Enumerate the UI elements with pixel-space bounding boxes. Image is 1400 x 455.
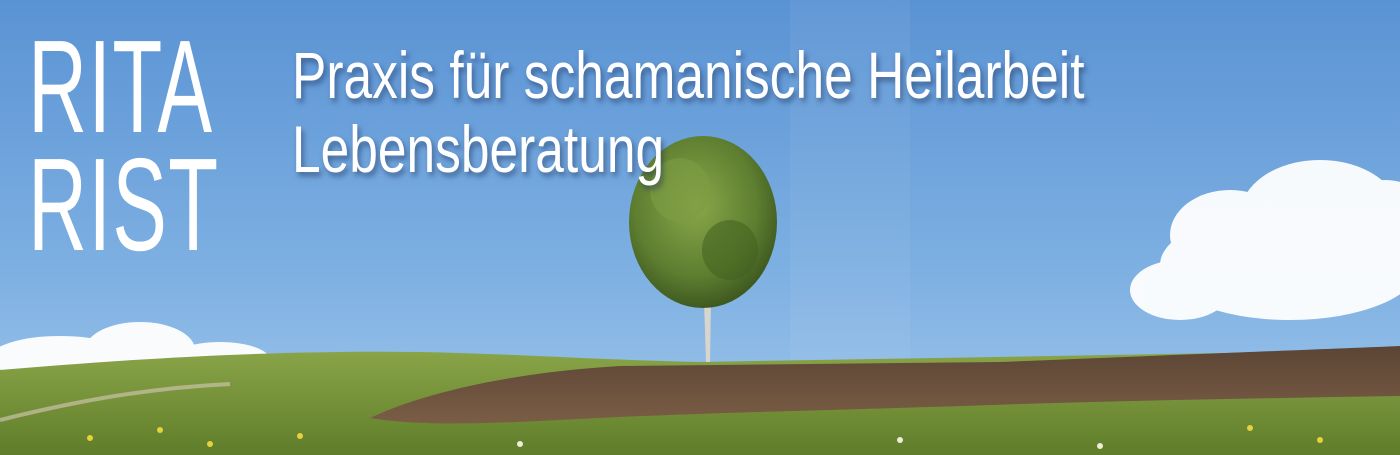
tagline-practice: Praxis für schamanische Heilarbeit bbox=[292, 38, 1085, 112]
brand-last-name: RIST bbox=[28, 131, 220, 278]
brand-name: RITA RIST bbox=[28, 13, 220, 278]
tagline-counseling: Lebensberatung bbox=[292, 112, 665, 186]
tagline: Praxis für schamanische Heilarbeit Leben… bbox=[292, 38, 1085, 186]
brand-first-name: RITA bbox=[28, 13, 214, 160]
header-banner: RITA RIST Praxis für schamanische Heilar… bbox=[0, 0, 1400, 455]
